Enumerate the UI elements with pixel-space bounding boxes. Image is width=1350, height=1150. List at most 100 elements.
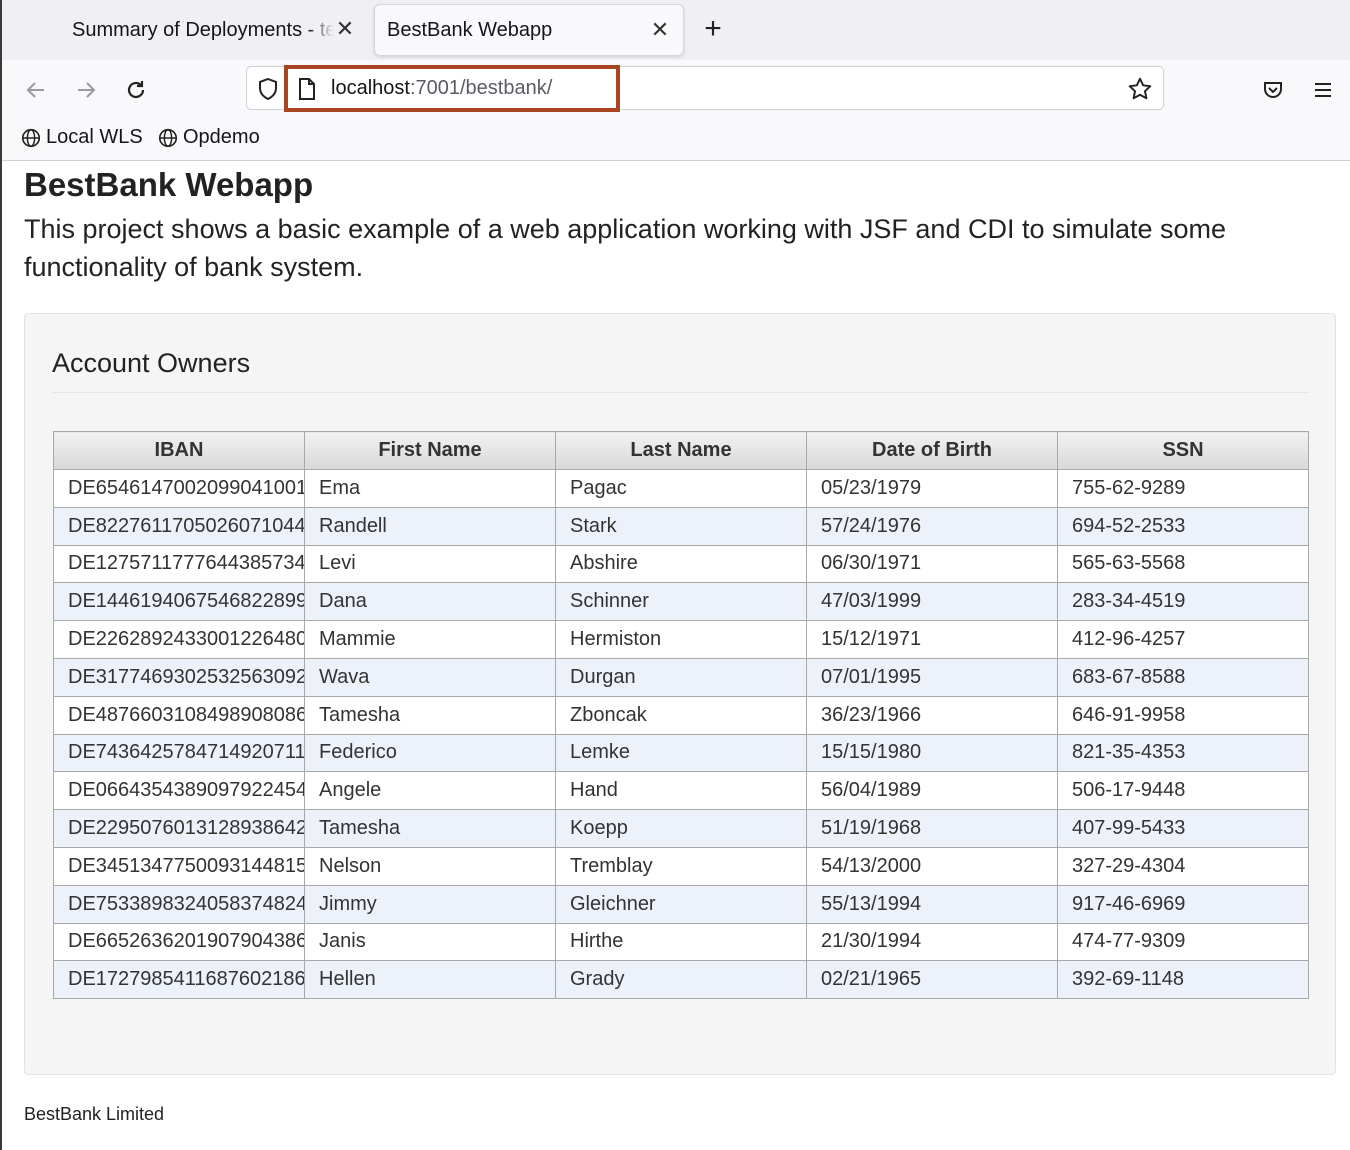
first-name-cell: Tamesha <box>304 809 556 848</box>
first-name-cell: Levi <box>304 544 556 584</box>
date-of-birth-cell: 56/04/1989 <box>806 771 1058 811</box>
ssn-cell: 327-29-4304 <box>1057 846 1309 886</box>
page-info-icon[interactable] <box>297 77 317 106</box>
date-of-birth-cell: 57/24/1976 <box>806 506 1058 546</box>
forward-arrow-icon[interactable] <box>70 74 102 106</box>
date-of-birth-cell: 15/12/1971 <box>806 620 1058 659</box>
url-path: :7001/bestbank/ <box>409 77 553 99</box>
date-of-birth-cell: 05/23/1979 <box>806 469 1058 508</box>
date-of-birth-cell: 15/15/1980 <box>806 733 1058 773</box>
first-name-cell: Nelson <box>304 846 556 886</box>
bookmark-star-icon[interactable] <box>1127 76 1153 107</box>
iban-cell: DE1275711777644385734 <box>53 544 305 584</box>
iban-cell: DE2295076013128938642 <box>53 809 305 848</box>
table-row: DE4876603108498908086 Tamesha Zboncak 36/23… <box>53 695 1309 735</box>
date-of-birth-cell: 55/13/1994 <box>806 884 1058 924</box>
table-row: DE0664354389097922454 Angele Hand 56/04/198… <box>53 771 1309 811</box>
url-text[interactable]: localhost:7001/bestbank/ <box>331 77 552 100</box>
window-edge <box>0 0 2 1150</box>
date-of-birth-cell: 47/03/1999 <box>806 582 1058 622</box>
reload-icon[interactable] <box>120 74 152 106</box>
table-row: DE2262892433001226480 Mammie Hermiston 15/1… <box>53 620 1309 659</box>
table-row: DE1275711777644385734 Levi Abshire 06/30/19… <box>53 544 1309 584</box>
bookmark-opdemo[interactable]: Opdemo <box>157 126 260 149</box>
page-title: BestBank Webapp <box>24 166 314 203</box>
first-name-cell: Mammie <box>304 620 556 659</box>
tab-bestbank-webapp[interactable]: BestBank Webapp ✕ <box>374 4 684 56</box>
iban-cell: DE2262892433001226480 <box>53 620 305 659</box>
first-name-cell: Hellen <box>304 960 556 1000</box>
date-of-birth-cell: 21/30/1994 <box>806 922 1058 962</box>
bookmarks-toolbar: Local WLS Opdemo <box>0 118 1350 161</box>
last-name-cell: Schinner <box>555 582 807 622</box>
last-name-cell: Hermiston <box>555 620 807 659</box>
address-bar[interactable]: localhost:7001/bestbank/ <box>246 66 1164 110</box>
last-name-cell: Hand <box>555 771 807 811</box>
tab-summary-of-deployments[interactable]: Summary of Deployments - te ✕ <box>56 4 366 56</box>
last-name-cell: Hirthe <box>555 922 807 962</box>
first-name-cell: Ema <box>304 469 556 508</box>
ssn-cell: 683-67-8588 <box>1057 657 1309 697</box>
date-of-birth-cell: 07/01/1995 <box>806 657 1058 697</box>
date-of-birth-cell: 06/30/1971 <box>806 544 1058 584</box>
iban-cell: DE4876603108498908086 <box>53 695 305 735</box>
table-row: DE8227611705026071044 Randell Stark 57/24/1… <box>53 506 1309 546</box>
last-name-cell: Zboncak <box>555 695 807 735</box>
last-name-cell: Durgan <box>555 657 807 697</box>
iban-cell: DE1727985411687602186 <box>53 960 305 1000</box>
footer-text: BestBank Limited <box>24 1104 165 1124</box>
last-name-cell: Pagac <box>555 469 807 508</box>
pocket-icon[interactable] <box>1257 74 1289 106</box>
ssn-cell: 412-96-4257 <box>1057 620 1309 659</box>
page-content: BestBank Webapp This project shows a bas… <box>0 162 1350 1150</box>
shield-icon[interactable] <box>257 77 279 106</box>
ssn-cell: 506-17-9448 <box>1057 771 1309 811</box>
divider <box>52 392 1309 393</box>
table-row: DE7533898324058374824 Jimmy Gleichner 55/13… <box>53 884 1309 924</box>
column-header-ssn[interactable]: SSN <box>1057 431 1309 470</box>
iban-cell: DE6652636201907904386 <box>53 922 305 962</box>
first-name-cell: Janis <box>304 922 556 962</box>
last-name-cell: Tremblay <box>555 846 807 886</box>
date-of-birth-cell: 36/23/1966 <box>806 695 1058 735</box>
last-name-cell: Gleichner <box>555 884 807 924</box>
column-header-first-name[interactable]: First Name <box>304 431 556 470</box>
hamburger-menu-icon[interactable] <box>1307 74 1339 106</box>
globe-icon <box>158 128 178 147</box>
table-row: DE1727985411687602186 Hellen Grady 02/21/19… <box>53 960 1309 1000</box>
table-row: DE3177469302532563092 Wava Durgan 07/01/199… <box>53 657 1309 697</box>
iban-cell: DE7436425784714920711 <box>53 733 305 773</box>
date-of-birth-cell: 51/19/1968 <box>806 809 1058 848</box>
table-row: DE2295076013128938642 Tamesha Koepp 51/19/1… <box>53 809 1309 848</box>
ssn-cell: 646-91-9958 <box>1057 695 1309 735</box>
account-owners-panel: Account Owners IBAN First Name Last Name… <box>24 313 1336 1075</box>
first-name-cell: Dana <box>304 582 556 622</box>
column-header-date-of-birth[interactable]: Date of Birth <box>806 431 1058 470</box>
column-header-iban[interactable]: IBAN <box>53 431 305 470</box>
iban-cell: DE3177469302532563092 <box>53 657 305 697</box>
bookmark-label: Opdemo <box>183 126 260 148</box>
close-tab-icon[interactable]: ✕ <box>647 17 673 43</box>
nav-toolbar: localhost:7001/bestbank/ <box>0 60 1350 118</box>
table-row: DE6652636201907904386 Janis Hirthe 21/30/19… <box>53 922 1309 962</box>
table-row: DE1446194067546822899 Dana Schinner 47/03/1… <box>53 582 1309 622</box>
account-owners-table: IBAN First Name Last Name Date of Birth … <box>53 431 1309 1000</box>
back-arrow-icon[interactable] <box>20 74 52 106</box>
ssn-cell: 474-77-9309 <box>1057 922 1309 962</box>
iban-cell: DE6546147002099041001 <box>53 469 305 508</box>
first-name-cell: Federico <box>304 733 556 773</box>
ssn-cell: 917-46-6969 <box>1057 884 1309 924</box>
bookmark-local-wls[interactable]: Local WLS <box>20 126 143 149</box>
last-name-cell: Koepp <box>555 809 807 848</box>
bookmark-label: Local WLS <box>46 126 143 148</box>
first-name-cell: Randell <box>304 506 556 546</box>
new-tab-icon[interactable]: + <box>698 14 728 44</box>
url-host: localhost <box>331 77 410 99</box>
column-header-last-name[interactable]: Last Name <box>555 431 807 470</box>
ssn-cell: 283-34-4519 <box>1057 582 1309 622</box>
first-name-cell: Wava <box>304 657 556 697</box>
ssn-cell: 755-62-9289 <box>1057 469 1309 508</box>
table-header-row: IBAN First Name Last Name Date of Birth … <box>53 431 1309 470</box>
ssn-cell: 821-35-4353 <box>1057 733 1309 773</box>
close-tab-icon[interactable]: ✕ <box>332 16 358 42</box>
